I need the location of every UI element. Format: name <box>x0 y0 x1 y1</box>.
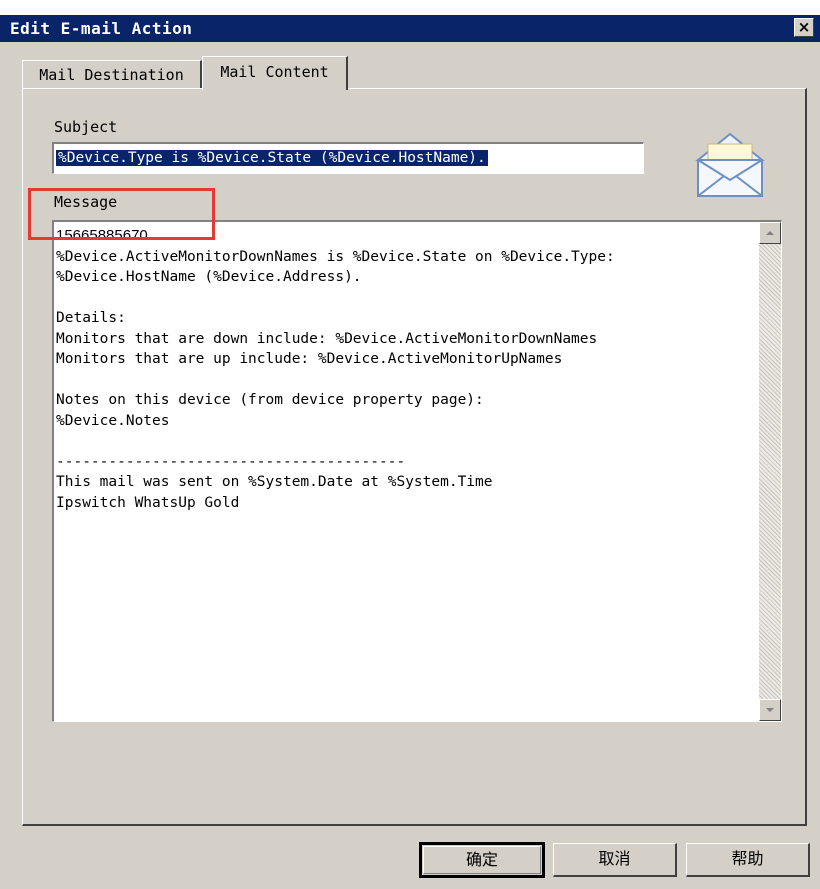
close-button[interactable]: × <box>794 18 814 37</box>
help-button[interactable]: 帮助 <box>686 843 810 877</box>
tab-label: Mail Content <box>220 63 329 81</box>
cancel-button[interactable]: 取消 <box>553 843 677 877</box>
tab-mail-destination[interactable]: Mail Destination <box>22 60 202 88</box>
arrow-down-icon <box>766 708 774 712</box>
close-icon: × <box>797 18 811 36</box>
help-button-label: 帮助 <box>731 849 764 868</box>
subject-input[interactable]: %Device.Type is %Device.State (%Device.H… <box>52 142 644 174</box>
ok-button-label: 确定 <box>465 850 498 869</box>
scroll-up-button[interactable] <box>759 222 781 244</box>
title-bar: Edit E-mail Action × <box>0 15 820 42</box>
message-text: 15665885670 %Device.ActiveMonitorDownNam… <box>56 226 756 513</box>
cancel-button-label: 取消 <box>598 849 631 868</box>
window-title: Edit E-mail Action <box>10 19 193 38</box>
tab-mail-content[interactable]: Mail Content <box>202 56 348 90</box>
envelope-icon <box>695 132 765 197</box>
subject-value: %Device.Type is %Device.State (%Device.H… <box>56 150 488 166</box>
scroll-down-button[interactable] <box>759 699 781 721</box>
arrow-up-icon <box>766 231 774 235</box>
message-first-line: 15665885670 <box>56 227 148 244</box>
message-textarea[interactable]: 15665885670 %Device.ActiveMonitorDownNam… <box>52 220 782 722</box>
tab-label: Mail Destination <box>39 66 184 84</box>
vertical-scrollbar[interactable] <box>759 222 781 721</box>
ok-button[interactable]: 确定 <box>419 842 545 878</box>
subject-label: Subject <box>54 118 118 136</box>
top-strip <box>0 0 820 15</box>
message-body: %Device.ActiveMonitorDownNames is %Devic… <box>56 248 615 511</box>
message-label: Message <box>54 193 118 211</box>
